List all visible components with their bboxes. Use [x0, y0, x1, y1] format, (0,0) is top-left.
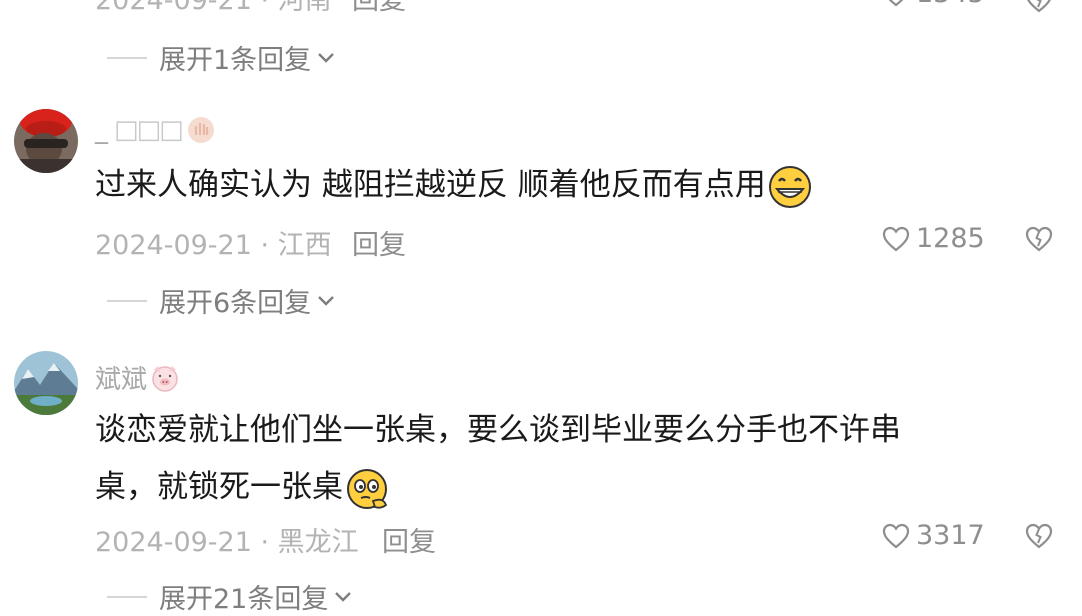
meta-separator: · — [251, 527, 278, 558]
comment-1-username-text: _ — [95, 115, 108, 145]
broken-heart-icon — [1027, 0, 1051, 13]
comment-2-reply-button[interactable]: 回复 — [382, 520, 436, 559]
waving-hand-icon — [187, 117, 214, 143]
comment-1-expand-label: 展开6条回复 — [159, 288, 312, 319]
divider-line — [107, 56, 147, 59]
heart-icon — [882, 226, 910, 251]
comment-2-date: 2024-09-21 — [95, 527, 252, 558]
chevron-down-icon — [335, 591, 352, 602]
comment-0-like-button[interactable]: 1345 — [882, 0, 985, 9]
comment-0-reply-button[interactable]: 回复 — [352, 0, 406, 17]
comment-0-expand-replies[interactable]: 展开1条回复 — [107, 38, 335, 77]
comment-1-dislike-button[interactable] — [1024, 225, 1054, 257]
meta-separator: · — [251, 0, 278, 16]
grinning-face-icon — [768, 165, 811, 208]
broken-heart-icon — [1025, 523, 1053, 549]
comment-1-text-line: 过来人确实认为 越阻拦越逆反 顺着他反而有点用 — [95, 167, 766, 203]
comment-0-location: 河南 — [277, 0, 332, 16]
comment-1-reply-button[interactable]: 回复 — [352, 223, 406, 262]
comment-2-text-line-2: 桌，就锁死一张桌 — [95, 469, 343, 505]
heart-icon — [889, 0, 903, 6]
comment-2-text: 谈恋爱就让他们坐一张桌，要么谈到毕业要么分手也不许串 桌，就锁死一张桌 — [95, 402, 901, 516]
comment-1-avatar[interactable] — [14, 109, 78, 173]
divider-line — [107, 299, 147, 302]
comment-2-username[interactable]: 斌斌 — [95, 359, 181, 396]
comment-2-like-count: 3317 — [916, 520, 985, 551]
comment-0-like-count: 1345 — [916, 0, 985, 9]
comment-2-expand-label: 展开21条回复 — [159, 584, 329, 615]
comment-1-like-count: 1285 — [916, 223, 985, 254]
divider-line — [107, 595, 147, 598]
chevron-down-icon — [318, 52, 335, 63]
meta-separator: · — [251, 230, 278, 261]
comment-1-username[interactable]: _ □□□ — [95, 115, 216, 145]
comment-2-text-line-2-wrap: 桌，就锁死一张桌 — [95, 459, 901, 516]
comment-0-meta: 2024-09-21 · 河南 — [95, 0, 332, 17]
comment-2-location: 黑龙江 — [277, 527, 359, 558]
comment-2-meta: 2024-09-21 · 黑龙江 — [95, 520, 359, 559]
comment-0-expand-label: 展开1条回复 — [159, 45, 312, 76]
chevron-down-icon — [318, 295, 335, 306]
pig-face-icon — [152, 365, 178, 392]
comment-2-expand-replies[interactable]: 展开21条回复 — [107, 577, 352, 616]
comment-2-dislike-button[interactable] — [1024, 522, 1054, 554]
comment-1-like-button[interactable]: 1285 — [882, 223, 985, 254]
comment-2-avatar[interactable] — [14, 351, 78, 415]
comment-0-date: 2024-09-21 — [95, 0, 252, 16]
comment-1-expand-replies[interactable]: 展开6条回复 — [107, 281, 335, 320]
comment-1-text: 过来人确实认为 越阻拦越逆反 顺着他反而有点用 — [95, 157, 812, 214]
comment-1-meta: 2024-09-21 · 江西 — [95, 223, 332, 262]
comment-0-dislike-button[interactable] — [1024, 0, 1054, 18]
comment-2-text-line-1: 谈恋爱就让他们坐一张桌，要么谈到毕业要么分手也不许串 — [95, 412, 901, 448]
broken-heart-icon — [1025, 226, 1053, 252]
comment-1-username-obscured: □□□ — [114, 115, 184, 145]
heart-icon — [882, 523, 910, 548]
comment-1-location: 江西 — [277, 230, 332, 261]
comment-1-date: 2024-09-21 — [95, 230, 252, 261]
comment-2-like-button[interactable]: 3317 — [882, 520, 985, 551]
thinking-eyes-icon — [347, 468, 388, 509]
comment-2-username-text: 斌斌 — [95, 365, 148, 395]
